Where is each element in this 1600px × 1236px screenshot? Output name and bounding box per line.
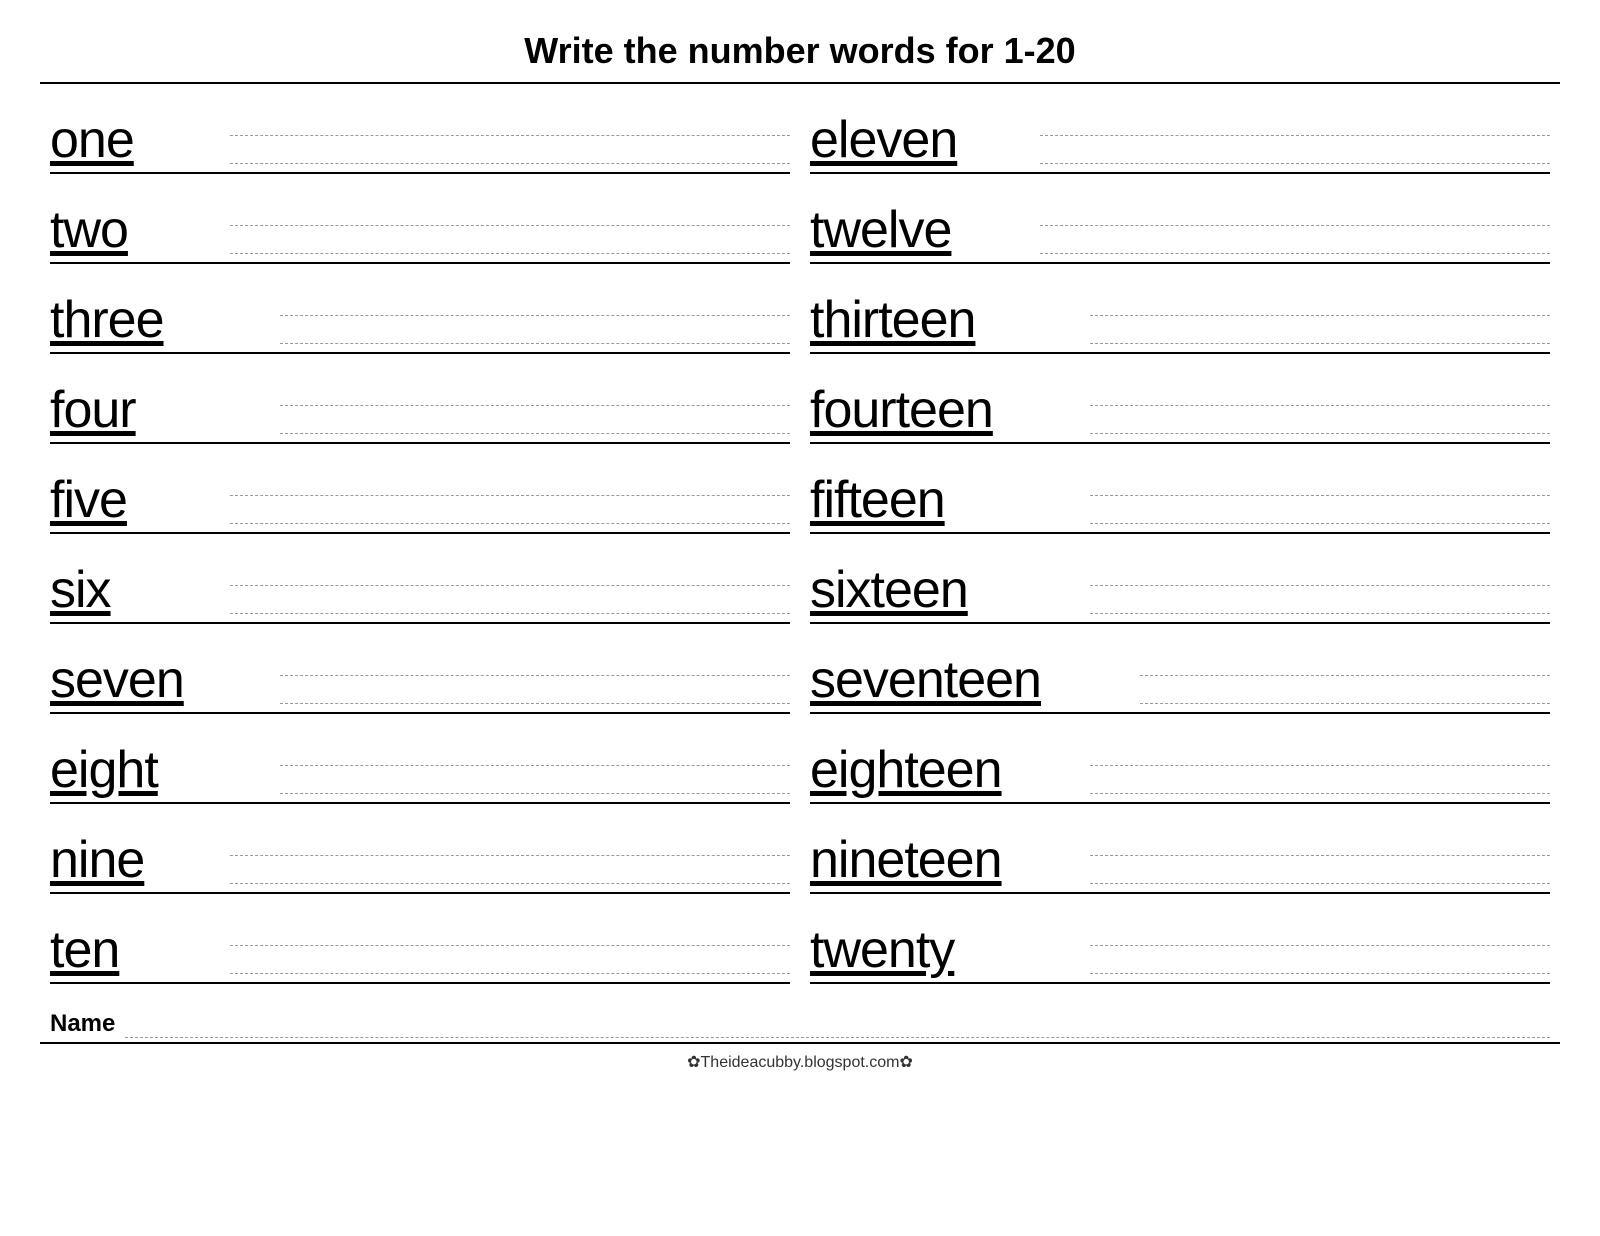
dashed-line xyxy=(230,585,790,586)
dashed-line xyxy=(1140,675,1550,676)
dashed-line xyxy=(1040,135,1550,136)
word-row-eighteen: eighteen xyxy=(810,714,1550,804)
dashed-line xyxy=(230,225,790,226)
dashed-line xyxy=(1090,765,1550,766)
word-label-five: five xyxy=(50,474,230,528)
word-row-thirteen: thirteen xyxy=(810,264,1550,354)
word-label-one: one xyxy=(50,114,230,168)
dashed-line xyxy=(1040,225,1550,226)
name-label: Name xyxy=(50,1010,115,1038)
dashed-line xyxy=(1090,613,1550,614)
dashed-line xyxy=(1040,253,1550,254)
dashed-line xyxy=(1090,495,1550,496)
word-row-fifteen: fifteen xyxy=(810,444,1550,534)
word-row-eleven: eleven xyxy=(810,84,1550,174)
dashed-line xyxy=(1140,703,1550,704)
dashed-line xyxy=(230,855,790,856)
word-row-four: four xyxy=(50,354,790,444)
dashed-line xyxy=(280,405,790,406)
word-label-three: three xyxy=(50,294,280,348)
dashed-line xyxy=(1090,523,1550,524)
dashed-line xyxy=(1090,315,1550,316)
word-row-eight: eight xyxy=(50,714,790,804)
word-label-fifteen: fifteen xyxy=(810,474,1090,528)
dashed-line xyxy=(1090,793,1550,794)
word-label-seven: seven xyxy=(50,654,280,708)
word-label-sixteen: sixteen xyxy=(810,564,1090,618)
dashed-line xyxy=(1090,405,1550,406)
dashed-line xyxy=(1090,343,1550,344)
dashed-line xyxy=(230,253,790,254)
dashed-line xyxy=(280,343,790,344)
dashed-line xyxy=(230,495,790,496)
word-label-four: four xyxy=(50,384,280,438)
dashed-line xyxy=(1090,945,1550,946)
word-row-seventeen: seventeen xyxy=(810,624,1550,714)
word-row-twenty: twenty xyxy=(810,894,1550,984)
dashed-line xyxy=(1040,163,1550,164)
dashed-line xyxy=(1090,973,1550,974)
dashed-line xyxy=(280,703,790,704)
word-row-nine: nine xyxy=(50,804,790,894)
word-row-twelve: twelve xyxy=(810,174,1550,264)
word-row-sixteen: sixteen xyxy=(810,534,1550,624)
dashed-line xyxy=(230,523,790,524)
dashed-line xyxy=(1090,883,1550,884)
word-row-ten: ten xyxy=(50,894,790,984)
dashed-line xyxy=(230,973,790,974)
word-label-two: two xyxy=(50,204,230,258)
word-row-one: one xyxy=(50,84,790,174)
dashed-line xyxy=(230,945,790,946)
word-row-nineteen: nineteen xyxy=(810,804,1550,894)
dashed-line xyxy=(1090,855,1550,856)
dashed-line xyxy=(280,675,790,676)
word-label-eight: eight xyxy=(50,744,280,798)
word-label-nine: nine xyxy=(50,834,230,888)
word-row-fourteen: fourteen xyxy=(810,354,1550,444)
word-label-twelve: twelve xyxy=(810,204,1040,258)
word-label-eighteen: eighteen xyxy=(810,744,1090,798)
dashed-line xyxy=(230,883,790,884)
left-column: one two three four xyxy=(40,84,800,984)
word-label-thirteen: thirteen xyxy=(810,294,1090,348)
word-label-seventeen: seventeen xyxy=(810,654,1140,708)
word-label-twenty: twenty xyxy=(810,924,1090,978)
word-label-nineteen: nineteen xyxy=(810,834,1090,888)
dashed-line xyxy=(1090,433,1550,434)
word-label-fourteen: fourteen xyxy=(810,384,1090,438)
word-row-three: three xyxy=(50,264,790,354)
footer-text: ✿Theideacubby.blogspot.com✿ xyxy=(40,1052,1560,1072)
dashed-line xyxy=(230,135,790,136)
dashed-line xyxy=(1090,585,1550,586)
dashed-line xyxy=(280,793,790,794)
word-row-two: two xyxy=(50,174,790,264)
name-section: Name xyxy=(40,994,1560,1044)
dashed-line xyxy=(280,765,790,766)
word-row-six: six xyxy=(50,534,790,624)
word-row-five: five xyxy=(50,444,790,534)
page-title: Write the number words for 1-20 xyxy=(40,20,1560,72)
dashed-line xyxy=(280,315,790,316)
word-label-ten: ten xyxy=(50,924,230,978)
dashed-line xyxy=(280,433,790,434)
dashed-line xyxy=(230,613,790,614)
word-label-six: six xyxy=(50,564,230,618)
word-row-seven: seven xyxy=(50,624,790,714)
right-column: eleven twelve thirteen fourteen xyxy=(800,84,1560,984)
word-label-eleven: eleven xyxy=(810,114,1040,168)
name-line xyxy=(125,1037,1550,1038)
dashed-line xyxy=(230,163,790,164)
